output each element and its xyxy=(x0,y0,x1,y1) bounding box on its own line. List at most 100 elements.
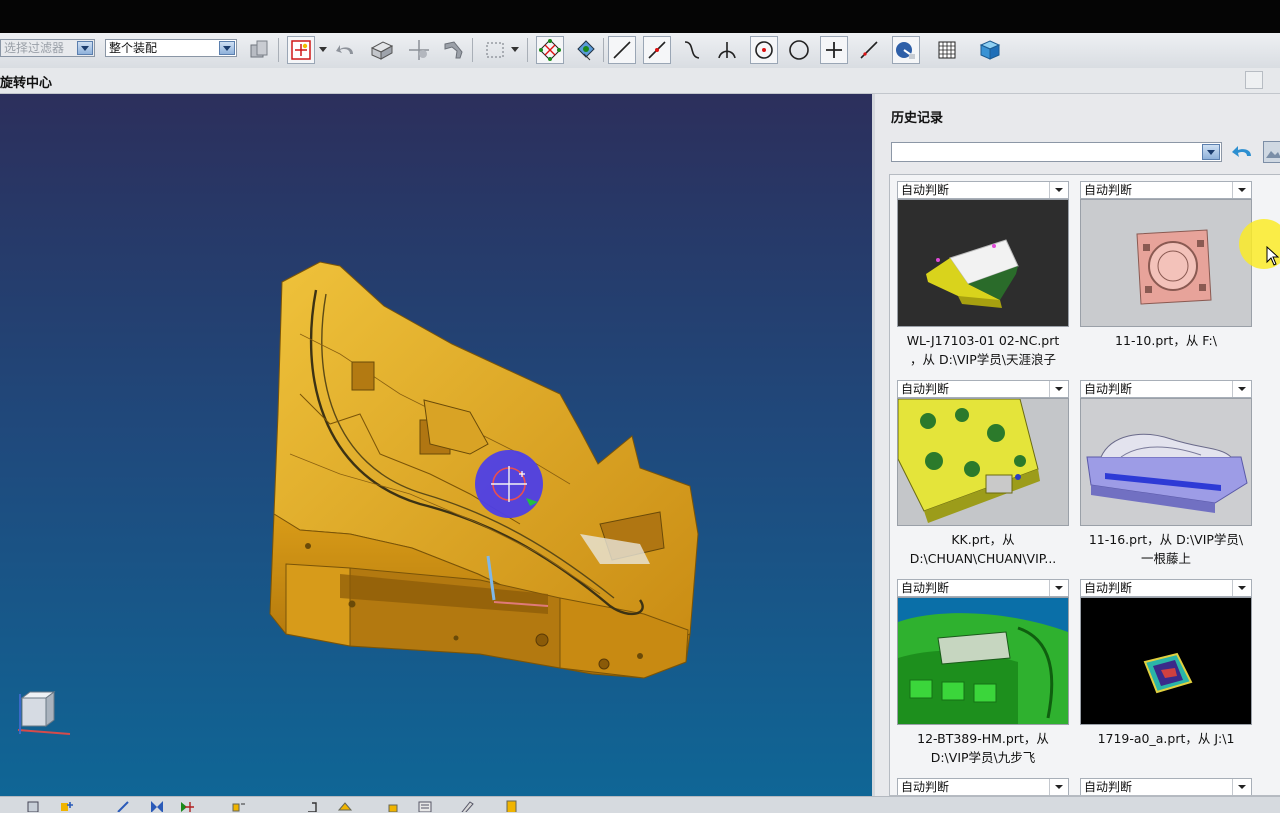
graphics-viewport[interactable] xyxy=(0,94,872,796)
history-list: 自动判断 WL-J17103-01 02-NC.prt ，从 D:\VIP学员\天… xyxy=(889,174,1280,796)
card-mode-select[interactable]: 自动判断 xyxy=(897,778,1069,795)
card-mode-label: 自动判断 xyxy=(1084,183,1133,197)
diagonal-line-button[interactable] xyxy=(855,36,883,64)
card-caption-line1: 11-16.prt，从 D:\VIP学员\ xyxy=(1088,532,1244,547)
line-button[interactable] xyxy=(608,36,636,64)
wave-link-icon[interactable] xyxy=(338,800,352,812)
card-caption: 11-16.prt，从 D:\VIP学员\ 一根藤上 xyxy=(1080,530,1252,568)
card-mode-label: 自动判断 xyxy=(901,581,950,595)
add-component-icon[interactable] xyxy=(60,800,74,812)
lock-icon[interactable] xyxy=(386,800,400,812)
circle-center-button[interactable] xyxy=(750,36,778,64)
chevron-down-icon xyxy=(219,41,235,55)
card-thumbnail[interactable] xyxy=(1080,398,1252,526)
history-panel-title: 历史记录 xyxy=(891,111,944,126)
image-icon xyxy=(1266,151,1280,158)
grid-button[interactable] xyxy=(933,36,961,64)
plus-icon xyxy=(826,42,842,58)
history-card[interactable]: 自动判断 xyxy=(1080,778,1252,795)
body-icon[interactable] xyxy=(505,800,519,812)
history-filter-select[interactable] xyxy=(891,142,1222,162)
card-caption-line1: WL-J17103-01 02-NC.prt xyxy=(906,333,1060,348)
arrange-icon[interactable] xyxy=(180,800,194,812)
mouse-cursor-icon xyxy=(1266,246,1280,266)
box-select-icon xyxy=(486,42,504,58)
history-image-button[interactable] xyxy=(1263,141,1280,163)
cube-icon xyxy=(979,40,1001,60)
edit-icon[interactable] xyxy=(460,800,474,812)
card-thumbnail[interactable] xyxy=(897,199,1069,327)
select-point-dropdown[interactable] xyxy=(317,36,329,64)
history-back-button[interactable] xyxy=(1230,142,1254,162)
vertex-icon xyxy=(409,40,429,60)
panel-resize-handle[interactable] xyxy=(1245,71,1263,89)
history-card[interactable]: 自动判断 xyxy=(897,778,1069,795)
card-mode-select[interactable]: 自动判断 xyxy=(897,579,1069,597)
chevron-down-icon xyxy=(1049,182,1068,198)
toolbar-divider xyxy=(278,38,279,62)
card-mode-label: 自动判断 xyxy=(901,780,950,794)
view-button[interactable] xyxy=(892,36,920,64)
undo-button[interactable] xyxy=(332,36,360,64)
snap-button[interactable] xyxy=(246,36,274,64)
card-mode-select[interactable]: 自动判断 xyxy=(897,181,1069,199)
undo-icon xyxy=(336,45,353,54)
card-thumbnail[interactable] xyxy=(1080,199,1252,327)
face-select-button[interactable] xyxy=(368,36,396,64)
card-caption-line1: KK.prt，从 xyxy=(951,532,1015,547)
card-caption-line1: 12-BT389-HM.prt，从 xyxy=(917,731,1049,746)
chevron-down-icon xyxy=(77,41,93,55)
card-mode-select[interactable]: 自动判断 xyxy=(1080,778,1252,795)
chevron-down-icon xyxy=(1049,381,1068,397)
sequence-icon[interactable] xyxy=(305,800,319,812)
box-select-button[interactable] xyxy=(481,36,509,64)
explode-icon[interactable] xyxy=(232,800,246,812)
assembly-scope-select[interactable]: 整个装配 xyxy=(105,39,237,57)
card-thumbnail[interactable] xyxy=(897,398,1069,526)
card-caption: 1719-a0_a.prt，从 J:\1 xyxy=(1080,729,1252,748)
card-caption: WL-J17103-01 02-NC.prt ，从 D:\VIP学员\天涯浪子 xyxy=(897,331,1069,369)
card-caption-line2: 一根藤上 xyxy=(1140,551,1191,566)
card-mode-select[interactable]: 自动判断 xyxy=(1080,380,1252,398)
history-card[interactable]: 自动判断 KK.prt，从 D:\CHUAN\CHUAN\VIP... xyxy=(897,380,1069,568)
bend-button[interactable] xyxy=(440,36,468,64)
history-card[interactable]: 自动判断 11-16.prt，从 D:\VIP学员\ 一根藤上 xyxy=(1080,380,1252,568)
history-card[interactable]: 自动判断 11-10.prt，从 F:\ xyxy=(1080,181,1252,350)
part-icon[interactable] xyxy=(26,800,40,812)
cube-button[interactable] xyxy=(976,36,1004,64)
card-caption: 12-BT389-HM.prt，从 D:\VIP学员\九步飞 xyxy=(897,729,1069,767)
select-point-button[interactable] xyxy=(287,36,315,64)
intersect-button[interactable] xyxy=(713,36,741,64)
card-mode-select[interactable]: 自动判断 xyxy=(897,380,1069,398)
card-caption-line1: 1719-a0_a.prt，从 J:\1 xyxy=(1097,731,1235,746)
history-card[interactable]: 自动判断 12-BT389-HM.prt，从 D:\VIP学员\九步飞 xyxy=(897,579,1069,767)
vertex-select-button[interactable] xyxy=(405,36,433,64)
mate-icon[interactable] xyxy=(116,800,130,812)
point-button[interactable] xyxy=(820,36,848,64)
history-card[interactable]: 自动判断 WL-J17103-01 02-NC.prt ，从 D:\VIP学员\天… xyxy=(897,181,1069,369)
card-mode-select[interactable]: 自动判断 xyxy=(1080,181,1252,199)
selection-filter-select[interactable]: 选择过滤器 xyxy=(0,39,95,57)
model-thumbnail-green-mold-cavity xyxy=(898,613,1068,724)
list-icon[interactable] xyxy=(418,800,432,812)
curve-button[interactable] xyxy=(678,36,706,64)
card-thumbnail[interactable] xyxy=(897,597,1069,725)
box-select-dropdown[interactable] xyxy=(509,36,521,64)
card-mode-select[interactable]: 自动判断 xyxy=(1080,579,1252,597)
history-card[interactable]: 自动判断 1719-a0_a.prt，从 J:\1 xyxy=(1080,579,1252,748)
history-panel: 历史记录 自动判断 WL-J17103-01 02-NC.prt ，从 D:\VI… xyxy=(872,94,1280,796)
view-title: 旋转中心 xyxy=(0,76,53,91)
card-caption-line2: D:\CHUAN\CHUAN\VIP... xyxy=(909,551,1057,566)
diagonal-icon xyxy=(860,41,878,59)
bottom-toolbar xyxy=(0,796,1280,813)
move-icon xyxy=(577,40,595,61)
grid-icon xyxy=(938,41,956,59)
card-thumbnail[interactable] xyxy=(1080,597,1252,725)
line-point-button[interactable] xyxy=(643,36,671,64)
circle-button[interactable] xyxy=(785,36,813,64)
snap-points-button[interactable] xyxy=(536,36,564,64)
move-button[interactable] xyxy=(572,36,600,64)
view-icon xyxy=(896,42,915,59)
card-caption-line1: 11-10.prt，从 F:\ xyxy=(1115,333,1217,348)
constraint-icon[interactable] xyxy=(150,800,164,812)
